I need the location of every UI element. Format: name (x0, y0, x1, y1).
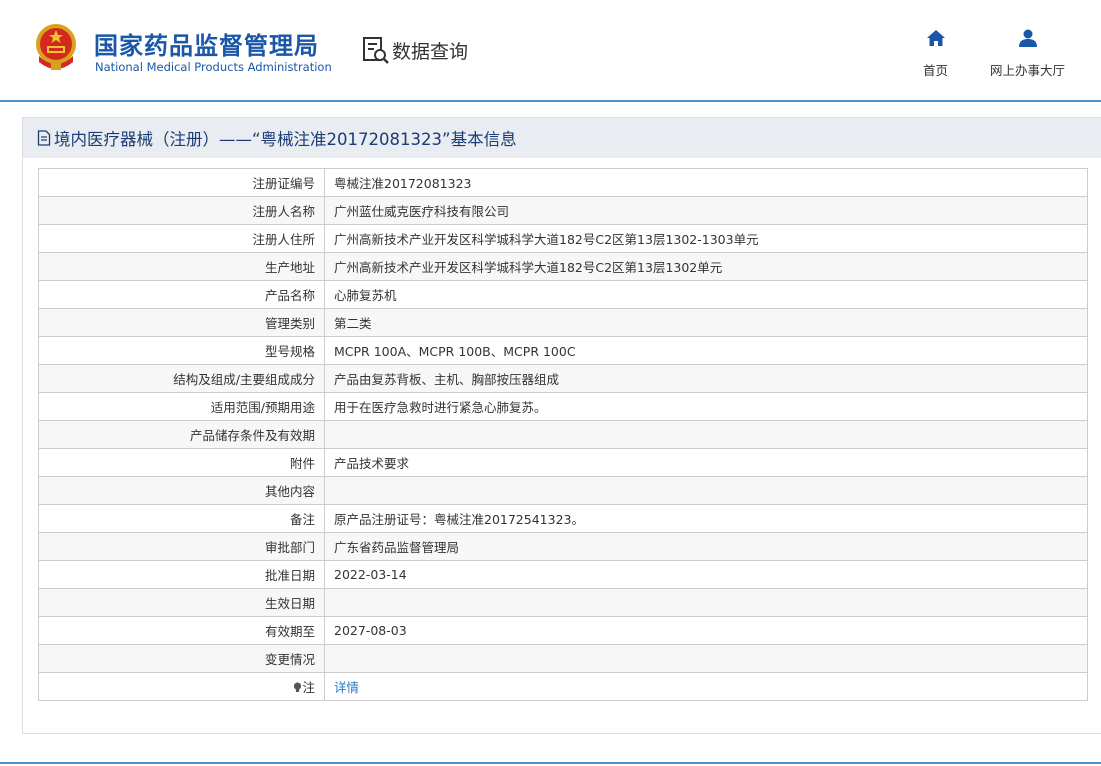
nav-online-hall-label: 网上办事大厅 (990, 63, 1066, 78)
field-value: 广东省药品监督管理局 (324, 532, 1088, 561)
panel-title: 境内医疗器械（注册）——“粤械注准20172081323”基本信息 (54, 130, 517, 149)
table-row-note: 注 详情 (38, 672, 1088, 701)
field-label: 管理类别 (38, 308, 325, 337)
table-row: 批准日期 2022-03-14 (38, 560, 1088, 589)
user-icon (1018, 29, 1037, 47)
document-icon (37, 130, 51, 146)
table-row: 结构及组成/主要组成成分 产品由复苏背板、主机、胸部按压器组成 (38, 364, 1088, 393)
field-label: 结构及组成/主要组成成分 (38, 364, 325, 393)
field-label: 产品名称 (38, 280, 325, 309)
field-value: 心肺复苏机 (324, 280, 1088, 309)
field-value: 广州高新技术产业开发区科学城科学大道182号C2区第13层1302单元 (324, 252, 1088, 281)
field-label: 适用范围/预期用途 (38, 392, 325, 421)
table-row: 产品名称 心肺复苏机 (38, 280, 1088, 309)
field-value: 用于在医疗急救时进行紧急心肺复苏。 (324, 392, 1088, 421)
field-value (324, 476, 1088, 505)
panel-title-bar: 境内医疗器械（注册）——“粤械注准20172081323”基本信息 (23, 118, 1101, 158)
details-link[interactable]: 详情 (334, 680, 359, 695)
table-row: 备注 原产品注册证号：粤械注准20172541323。 (38, 504, 1088, 533)
table-row: 管理类别 第二类 (38, 308, 1088, 337)
field-value: 2022-03-14 (324, 560, 1088, 589)
field-label: 注册人名称 (38, 196, 325, 225)
note-value-cell: 详情 (324, 672, 1088, 701)
field-label: 附件 (38, 448, 325, 477)
field-label: 型号规格 (38, 336, 325, 365)
field-label: 审批部门 (38, 532, 325, 561)
table-row: 型号规格 MCPR 100A、MCPR 100B、MCPR 100C (38, 336, 1088, 365)
note-key-label: 注 (302, 680, 315, 695)
field-label: 变更情况 (38, 644, 325, 673)
field-label: 备注 (38, 504, 325, 533)
table-row: 产品储存条件及有效期 (38, 420, 1088, 449)
info-panel: 境内医疗器械（注册）——“粤械注准20172081323”基本信息 注册证编号粤… (22, 117, 1101, 734)
home-icon (926, 30, 945, 46)
field-label: 有效期至 (38, 616, 325, 645)
site-header: 国家药品监督管理局 National Medical Products Admi… (0, 0, 1101, 100)
field-value: 产品由复苏背板、主机、胸部按压器组成 (324, 364, 1088, 393)
field-value: 产品技术要求 (324, 448, 1088, 477)
field-label: 生效日期 (38, 588, 325, 617)
field-label: 注册证编号 (38, 168, 325, 197)
field-value: 原产品注册证号：粤械注准20172541323。 (324, 504, 1088, 533)
national-emblem-icon (36, 24, 76, 70)
field-value: 2027-08-03 (324, 616, 1088, 645)
table-row: 附件 产品技术要求 (38, 448, 1088, 477)
table-row: 审批部门 广东省药品监督管理局 (38, 532, 1088, 561)
field-label: 产品储存条件及有效期 (38, 420, 325, 449)
nav-home[interactable]: 首页 (923, 28, 948, 79)
note-key-cell: 注 (38, 672, 325, 701)
field-value (324, 644, 1088, 673)
table-row: 注册人名称 广州蓝仕威克医疗科技有限公司 (38, 196, 1088, 225)
nav-online-hall[interactable]: 网上办事大厅 (990, 28, 1065, 79)
field-value (324, 420, 1088, 449)
table-row: 适用范围/预期用途 用于在医疗急救时进行紧急心肺复苏。 (38, 392, 1088, 421)
table-row: 其他内容 (38, 476, 1088, 505)
header-divider (0, 100, 1101, 102)
agency-name-en: National Medical Products Administration (95, 60, 332, 74)
footer-divider (0, 762, 1101, 764)
field-value: 广州高新技术产业开发区科学城科学大道182号C2区第13层1302-1303单元 (324, 224, 1088, 253)
field-value: 第二类 (324, 308, 1088, 337)
document-search-icon (363, 37, 389, 64)
table-row: 注册人住所 广州高新技术产业开发区科学城科学大道182号C2区第13层1302-1… (38, 224, 1088, 253)
data-query-label: 数据查询 (392, 40, 469, 63)
field-label: 批准日期 (38, 560, 325, 589)
registration-info-table: 注册证编号 粤械注准20172081323 注册人名称 广州蓝仕威克医疗科技有限公司注… (38, 168, 1088, 701)
field-value: 粤械注准20172081323 (324, 168, 1088, 197)
data-query-title: 数据查询 (362, 34, 468, 66)
table-row: 有效期至 2027-08-03 (38, 616, 1088, 645)
table-row: 变更情况 (38, 644, 1088, 673)
field-label: 其他内容 (38, 476, 325, 505)
table-row: 注册证编号 粤械注准20172081323 (38, 168, 1088, 197)
field-value: 广州蓝仕威克医疗科技有限公司 (324, 196, 1088, 225)
table-row: 生效日期 (38, 588, 1088, 617)
field-label: 生产地址 (38, 252, 325, 281)
field-value (324, 588, 1088, 617)
field-label: 注册人住所 (38, 224, 325, 253)
agency-name-cn: 国家药品监督管理局 (94, 32, 319, 60)
table-row: 生产地址 广州高新技术产业开发区科学城科学大道182号C2区第13层1302单元 (38, 252, 1088, 281)
field-value: MCPR 100A、MCPR 100B、MCPR 100C (324, 336, 1088, 365)
nav-home-label: 首页 (923, 63, 949, 78)
